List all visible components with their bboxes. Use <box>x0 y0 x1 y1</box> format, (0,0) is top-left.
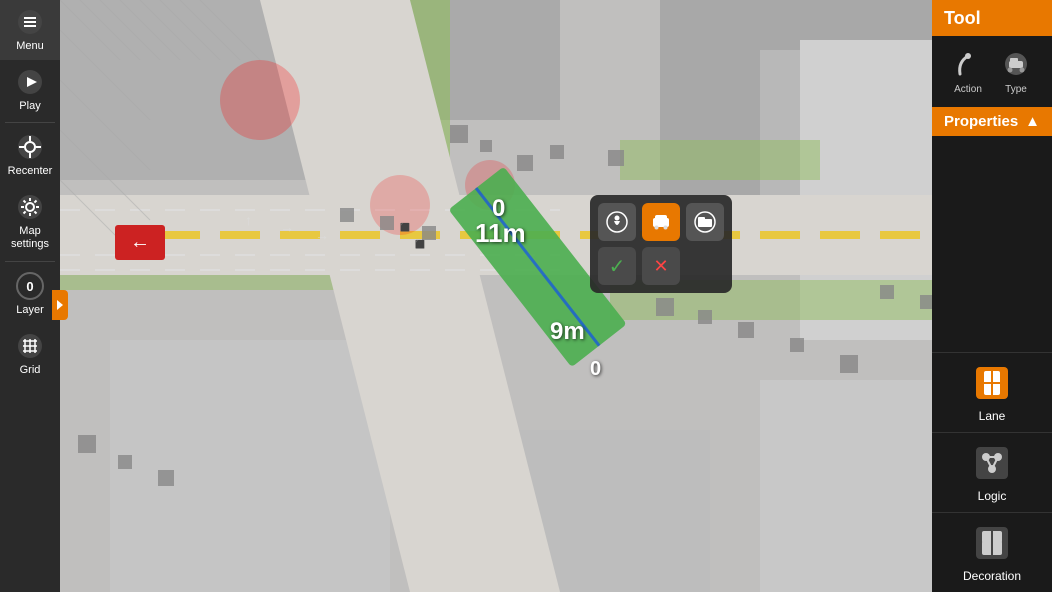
logic-button[interactable]: Logic <box>932 432 1052 512</box>
logic-icon <box>972 443 1012 483</box>
gear-icon <box>16 193 44 221</box>
popup-btn-truck[interactable] <box>686 203 724 241</box>
lane-button[interactable]: Lane <box>932 352 1052 432</box>
lane-label: Lane <box>979 409 1006 423</box>
popup-btn-pedestrian[interactable] <box>598 203 636 241</box>
right-panel: Tool Action Type <box>932 0 1052 592</box>
play-button[interactable]: Play <box>0 60 60 120</box>
properties-header[interactable]: Properties ▲ <box>932 107 1052 136</box>
properties-label: Properties <box>944 113 1018 130</box>
sidebar-divider-1 <box>5 122 55 123</box>
popup-top-row <box>598 203 724 241</box>
menu-button[interactable]: Menu <box>0 0 60 60</box>
type-button[interactable]: Type <box>994 44 1038 99</box>
svg-text:⬛: ⬛ <box>400 222 410 232</box>
tool-popup: ✓ ✕ <box>590 195 732 293</box>
tool-header: Tool <box>932 0 1052 36</box>
decoration-button[interactable]: Decoration <box>932 512 1052 592</box>
tool-buttons: Action Type <box>932 36 1052 107</box>
map-area[interactable]: ← ↑ → → ⬛ ⬛ 0 11m 9m 0 <box>60 0 1042 592</box>
svg-text:↑: ↑ <box>245 212 252 228</box>
svg-text:→: → <box>280 219 294 235</box>
layer-label: Layer <box>16 304 44 316</box>
svg-text:←: ← <box>130 231 150 253</box>
decoration-label: Decoration <box>963 569 1021 583</box>
action-icon <box>952 48 984 80</box>
grid-button[interactable]: Grid <box>0 324 60 384</box>
grid-label: Grid <box>20 364 41 376</box>
map-settings-button[interactable]: Map settings <box>0 185 60 259</box>
popup-bottom-row: ✓ ✕ <box>598 247 724 285</box>
logic-label: Logic <box>978 489 1007 503</box>
layer-badge: 0 <box>16 272 44 300</box>
layer-button[interactable]: 0 Layer <box>0 264 60 324</box>
recenter-button[interactable]: Recenter <box>0 125 60 185</box>
recenter-label: Recenter <box>8 165 53 177</box>
properties-arrow: ▲ <box>1025 113 1040 130</box>
menu-label: Menu <box>16 40 44 52</box>
play-icon <box>16 68 44 96</box>
collapse-arrow[interactable] <box>52 290 68 320</box>
type-icon <box>1000 48 1032 80</box>
sidebar-divider-2 <box>5 261 55 262</box>
grid-icon <box>16 332 44 360</box>
tool-header-label: Tool <box>944 8 981 29</box>
play-label: Play <box>19 100 40 112</box>
right-bottom: Lane Logic <box>932 136 1052 592</box>
type-label: Type <box>1005 84 1027 95</box>
left-sidebar: Menu Play Recenter <box>0 0 60 592</box>
action-button[interactable]: Action <box>946 44 990 99</box>
popup-cancel-button[interactable]: ✕ <box>642 247 680 285</box>
popup-confirm-button[interactable]: ✓ <box>598 247 636 285</box>
map-settings-label: Map settings <box>0 225 60 251</box>
action-label: Action <box>954 84 982 95</box>
lane-icon <box>972 363 1012 403</box>
decoration-icon <box>972 523 1012 563</box>
svg-text:⬛: ⬛ <box>415 239 425 249</box>
recenter-icon <box>16 133 44 161</box>
svg-text:→: → <box>315 227 329 243</box>
menu-icon <box>16 8 44 36</box>
popup-btn-car[interactable] <box>642 203 680 241</box>
